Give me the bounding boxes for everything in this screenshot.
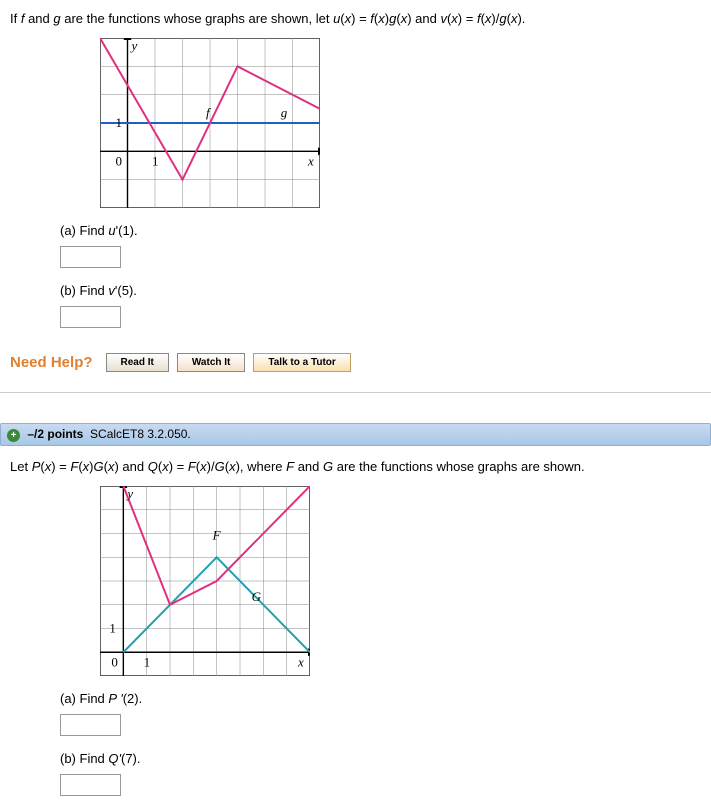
q1-graph: yxfg101 — [100, 38, 701, 208]
q2-header: + –/2 points SCalcET8 3.2.050. — [0, 423, 711, 446]
svg-text:1: 1 — [116, 115, 123, 130]
svg-text:x: x — [297, 655, 304, 670]
q2-prompt: Let P(x) = F(x)G(x) and Q(x) = F(x)/G(x)… — [10, 458, 701, 476]
q1-answer-a[interactable] — [60, 246, 121, 268]
talk-to-tutor-button[interactable]: Talk to a Tutor — [253, 353, 350, 372]
svg-text:0: 0 — [111, 655, 117, 670]
q1-part-b: (b) Find v'(5). — [60, 283, 701, 298]
read-it-button[interactable]: Read It — [106, 353, 169, 372]
svg-text:1: 1 — [152, 154, 159, 169]
q1-part-a: (a) Find u'(1). — [60, 223, 701, 238]
svg-text:g: g — [281, 105, 288, 120]
q1-answer-b[interactable] — [60, 306, 121, 328]
separator — [0, 392, 711, 393]
svg-text:G: G — [252, 589, 262, 604]
q2-answer-b[interactable] — [60, 774, 121, 796]
need-help-label: Need Help? — [10, 354, 93, 371]
q2-graph: y x F G 1 0 1 — [100, 486, 701, 676]
svg-text:y: y — [130, 38, 138, 53]
svg-text:1: 1 — [144, 655, 151, 670]
svg-text:F: F — [212, 528, 222, 543]
svg-text:x: x — [307, 154, 314, 169]
need-help-row: Need Help? Read It Watch It Talk to a Tu… — [10, 353, 701, 372]
q2-part-b: (b) Find Q'(7). — [60, 751, 701, 766]
svg-text:0: 0 — [116, 154, 123, 169]
expand-icon[interactable]: + — [7, 429, 20, 442]
q2-part-a: (a) Find P '(2). — [60, 691, 701, 706]
svg-text:y: y — [125, 486, 133, 501]
q2-answer-a[interactable] — [60, 714, 121, 736]
svg-text:1: 1 — [109, 621, 116, 636]
q2-reference: SCalcET8 3.2.050. — [90, 427, 191, 441]
q1-prompt: If f and g are the functions whose graph… — [10, 10, 701, 28]
watch-it-button[interactable]: Watch It — [177, 353, 246, 372]
q2-points: –/2 points — [27, 427, 83, 441]
